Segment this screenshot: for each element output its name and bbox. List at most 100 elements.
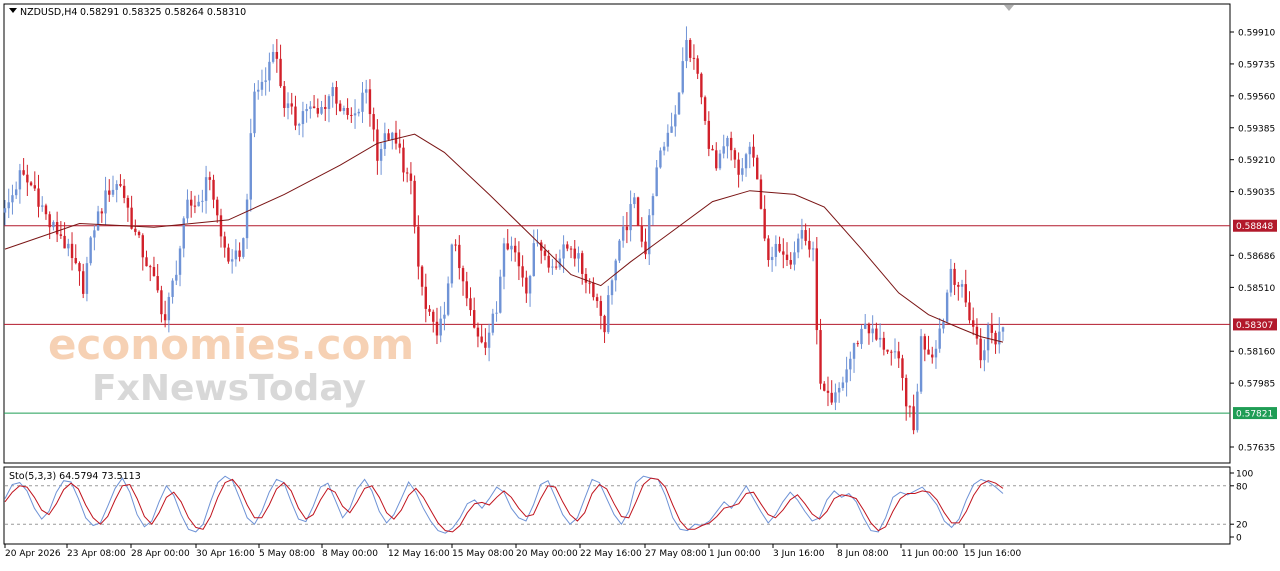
candle-body[interactable] [365, 89, 368, 93]
candle-body[interactable] [871, 328, 874, 334]
candle-body[interactable] [528, 276, 532, 294]
candle-body[interactable] [607, 295, 610, 333]
candle-body[interactable] [115, 184, 118, 190]
candle-body[interactable] [662, 146, 666, 151]
candle-body[interactable] [841, 382, 845, 388]
candle-body[interactable] [938, 328, 941, 349]
candle-body[interactable] [603, 315, 606, 333]
candle-body[interactable] [134, 228, 137, 232]
candle-body[interactable] [44, 205, 48, 215]
candle-body[interactable] [983, 350, 986, 361]
candle-body[interactable] [324, 106, 327, 109]
candle-body[interactable] [450, 244, 454, 284]
candle-body[interactable] [100, 211, 104, 214]
candle-body[interactable] [972, 320, 975, 327]
candle-body[interactable] [141, 235, 144, 258]
candle-body[interactable] [685, 39, 688, 62]
candle-body[interactable] [860, 328, 863, 345]
candle-body[interactable] [964, 284, 967, 303]
candle-body[interactable] [18, 170, 22, 190]
candle-body[interactable] [990, 325, 994, 333]
candle-body[interactable] [29, 182, 33, 186]
candle-body[interactable] [249, 133, 252, 200]
candle-body[interactable] [391, 132, 394, 140]
candle-body[interactable] [610, 280, 614, 296]
candle-body[interactable] [85, 263, 89, 294]
candle-body[interactable] [636, 197, 640, 226]
candle-body[interactable] [968, 302, 971, 321]
candle-body[interactable] [919, 336, 923, 392]
candle-body[interactable] [651, 196, 655, 216]
candle-body[interactable] [11, 195, 14, 203]
candle-body[interactable] [864, 323, 867, 329]
candle-body[interactable] [886, 349, 889, 352]
candle-body[interactable] [52, 222, 55, 228]
candle-body[interactable] [350, 114, 353, 116]
candle-body[interactable] [37, 188, 40, 207]
candle-body[interactable] [852, 343, 856, 359]
candle-body[interactable] [748, 146, 751, 155]
candle-body[interactable] [465, 281, 468, 299]
candle-body[interactable] [767, 238, 770, 261]
candle-body[interactable] [379, 148, 383, 161]
candle-body[interactable] [666, 132, 670, 147]
candle-body[interactable] [7, 202, 10, 209]
candle-body[interactable] [834, 392, 837, 403]
candle-body[interactable] [741, 168, 744, 175]
candle-body[interactable] [309, 106, 312, 109]
candle-body[interactable] [800, 230, 804, 239]
candle-body[interactable] [238, 250, 241, 257]
candle-body[interactable] [927, 349, 930, 355]
candle-body[interactable] [119, 184, 122, 186]
candle-body[interactable] [562, 244, 565, 259]
candle-body[interactable] [432, 311, 435, 322]
candle-body[interactable] [759, 179, 763, 209]
candle-body[interactable] [26, 174, 29, 183]
candle-body[interactable] [715, 150, 718, 169]
candle-body[interactable] [893, 351, 897, 353]
candle-body[interactable] [149, 266, 152, 268]
candle-body[interactable] [372, 114, 375, 130]
candle-body[interactable] [644, 241, 647, 255]
candle-body[interactable] [551, 266, 554, 268]
candle-body[interactable] [82, 271, 85, 294]
candle-body[interactable] [804, 230, 807, 241]
candle-body[interactable] [908, 406, 912, 408]
candle-body[interactable] [63, 235, 66, 249]
candle-body[interactable] [361, 92, 364, 112]
candle-body[interactable] [621, 226, 625, 241]
candle-body[interactable] [402, 147, 405, 173]
candle-body[interactable] [48, 214, 51, 228]
candle-body[interactable] [566, 244, 569, 249]
candle-body[interactable] [856, 343, 859, 345]
candle-body[interactable] [510, 245, 513, 250]
candle-body[interactable] [55, 222, 59, 235]
candle-body[interactable] [469, 298, 472, 311]
candle-body[interactable] [811, 248, 815, 250]
candle-body[interactable] [163, 314, 167, 321]
candle-body[interactable] [59, 234, 63, 236]
candle-body[interactable] [74, 258, 77, 264]
candle-body[interactable] [104, 190, 107, 214]
candle-body[interactable] [197, 201, 200, 207]
candle-body[interactable] [756, 157, 759, 180]
candle-body[interactable] [554, 266, 558, 268]
candle-body[interactable] [476, 327, 480, 337]
candle-body[interactable] [949, 268, 953, 293]
candle-body[interactable] [998, 331, 1001, 345]
candle-body[interactable] [346, 107, 349, 115]
candle-body[interactable] [584, 273, 588, 283]
candle-body[interactable] [655, 167, 658, 197]
candle-body[interactable] [260, 81, 264, 90]
candle-body[interactable] [845, 369, 848, 383]
candle-body[interactable] [376, 129, 379, 161]
candle-body[interactable] [912, 406, 915, 431]
candle-body[interactable] [189, 199, 193, 206]
candle-body[interactable] [826, 390, 830, 393]
candle-body[interactable] [823, 383, 826, 391]
candle-body[interactable] [599, 301, 603, 316]
candle-body[interactable] [279, 58, 282, 87]
candle-body[interactable] [495, 312, 498, 314]
candle-body[interactable] [480, 336, 483, 343]
candle-body[interactable] [446, 283, 450, 315]
